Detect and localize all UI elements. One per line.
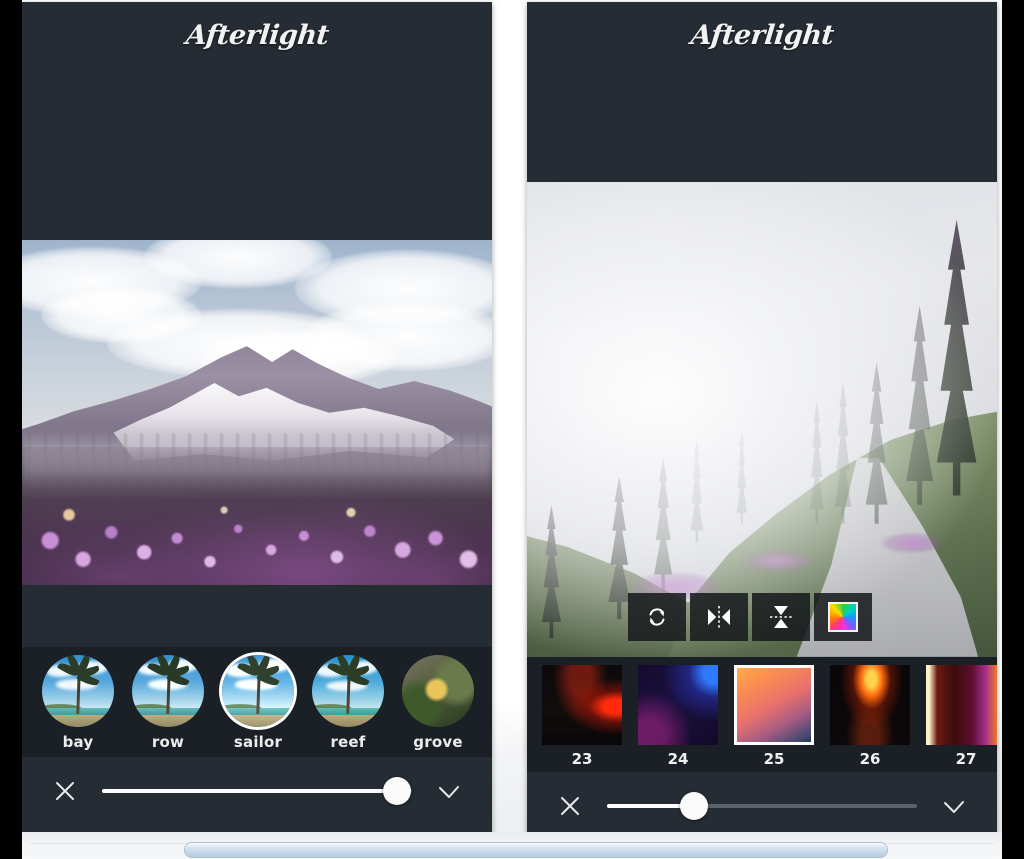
filter-item-grove[interactable]: grove xyxy=(400,655,476,751)
action-bar-left xyxy=(22,757,492,825)
leak-opacity-slider[interactable] xyxy=(607,787,917,825)
check-icon xyxy=(439,786,459,798)
color-picker-button[interactable] xyxy=(814,593,872,641)
action-bar-right xyxy=(527,772,997,834)
confirm-button-left[interactable] xyxy=(430,772,468,810)
app-logo-right: Afterlight xyxy=(689,20,835,51)
close-icon xyxy=(561,797,579,815)
confirm-button-right[interactable] xyxy=(935,787,973,825)
fog-overlay xyxy=(527,182,997,657)
mirror-vertical-icon xyxy=(770,606,792,628)
filter-label: row xyxy=(151,733,185,751)
filter-item-row[interactable]: row xyxy=(130,655,206,751)
rotate-button[interactable] xyxy=(628,593,686,641)
photo-preview-mountain[interactable] xyxy=(22,240,492,585)
leak-thumbnail xyxy=(926,665,997,745)
filter-thumbnail xyxy=(222,655,294,727)
photo-spacer-left xyxy=(22,585,492,647)
leak-label: 25 xyxy=(763,750,785,768)
flip-vertical-button[interactable] xyxy=(752,593,810,641)
screenshot-stage: Afterlight bay row sailor reef grove Aft… xyxy=(0,0,1024,859)
slider-fill xyxy=(102,789,397,793)
filter-label: bay xyxy=(62,733,94,751)
leak-label: 26 xyxy=(859,750,881,768)
leak-preset-24[interactable]: 24 xyxy=(635,665,721,768)
filter-item-reef[interactable]: reef xyxy=(310,655,386,751)
cancel-button-right[interactable] xyxy=(551,787,589,825)
filter-thumbnail xyxy=(402,655,474,727)
filter-strip[interactable]: bay row sailor reef grove xyxy=(22,647,492,757)
horizontal-scrollbar-thumb[interactable] xyxy=(184,842,888,858)
rotate-icon xyxy=(649,608,665,626)
app-logo-left: Afterlight xyxy=(184,20,330,51)
filter-thumbnail xyxy=(132,655,204,727)
light-leak-strip[interactable]: 23 24 25 26 27 xyxy=(527,657,997,772)
leak-label: 23 xyxy=(571,750,593,768)
leak-label: 27 xyxy=(955,750,977,768)
filter-item-sailor[interactable]: sailor xyxy=(220,655,296,751)
leak-label: 24 xyxy=(667,750,689,768)
phone-panel-light-leaks: Afterlight 23 24 25 26 27 xyxy=(527,2,997,834)
flip-horizontal-button[interactable] xyxy=(690,593,748,641)
app-header-right: Afterlight xyxy=(527,2,997,182)
mirror-horizontal-icon xyxy=(708,606,730,628)
leak-thumbnail xyxy=(542,665,622,745)
filter-label: sailor xyxy=(233,733,283,751)
cancel-button-left[interactable] xyxy=(46,772,84,810)
leak-preset-23[interactable]: 23 xyxy=(539,665,625,768)
check-icon xyxy=(944,801,964,813)
leak-preset-25[interactable]: 25 xyxy=(731,665,817,768)
filter-item-bay[interactable]: bay xyxy=(40,655,116,751)
photo-edit-toolbar xyxy=(628,593,872,641)
close-icon xyxy=(56,782,74,800)
photo-preview-foggy-forest[interactable] xyxy=(527,182,997,657)
filter-thumbnail xyxy=(42,655,114,727)
leak-thumbnail xyxy=(734,665,814,745)
app-header-left: Afterlight xyxy=(22,2,492,240)
leak-thumbnail xyxy=(638,665,718,745)
phone-panel-filters: Afterlight bay row sailor reef grove xyxy=(22,2,492,834)
filter-thumbnail xyxy=(312,655,384,727)
leak-preset-26[interactable]: 26 xyxy=(827,665,913,768)
leak-thumbnail xyxy=(830,665,910,745)
slider-thumb[interactable] xyxy=(382,777,411,805)
wildflowers-layer xyxy=(22,467,492,585)
filter-item-partial[interactable] xyxy=(490,655,492,733)
color-wheel-icon xyxy=(828,602,858,632)
filter-label: reef xyxy=(330,733,366,751)
filter-intensity-slider[interactable] xyxy=(102,772,412,810)
filter-label: grove xyxy=(413,733,463,751)
slider-thumb[interactable] xyxy=(679,792,708,820)
leak-preset-27[interactable]: 27 xyxy=(923,665,997,768)
